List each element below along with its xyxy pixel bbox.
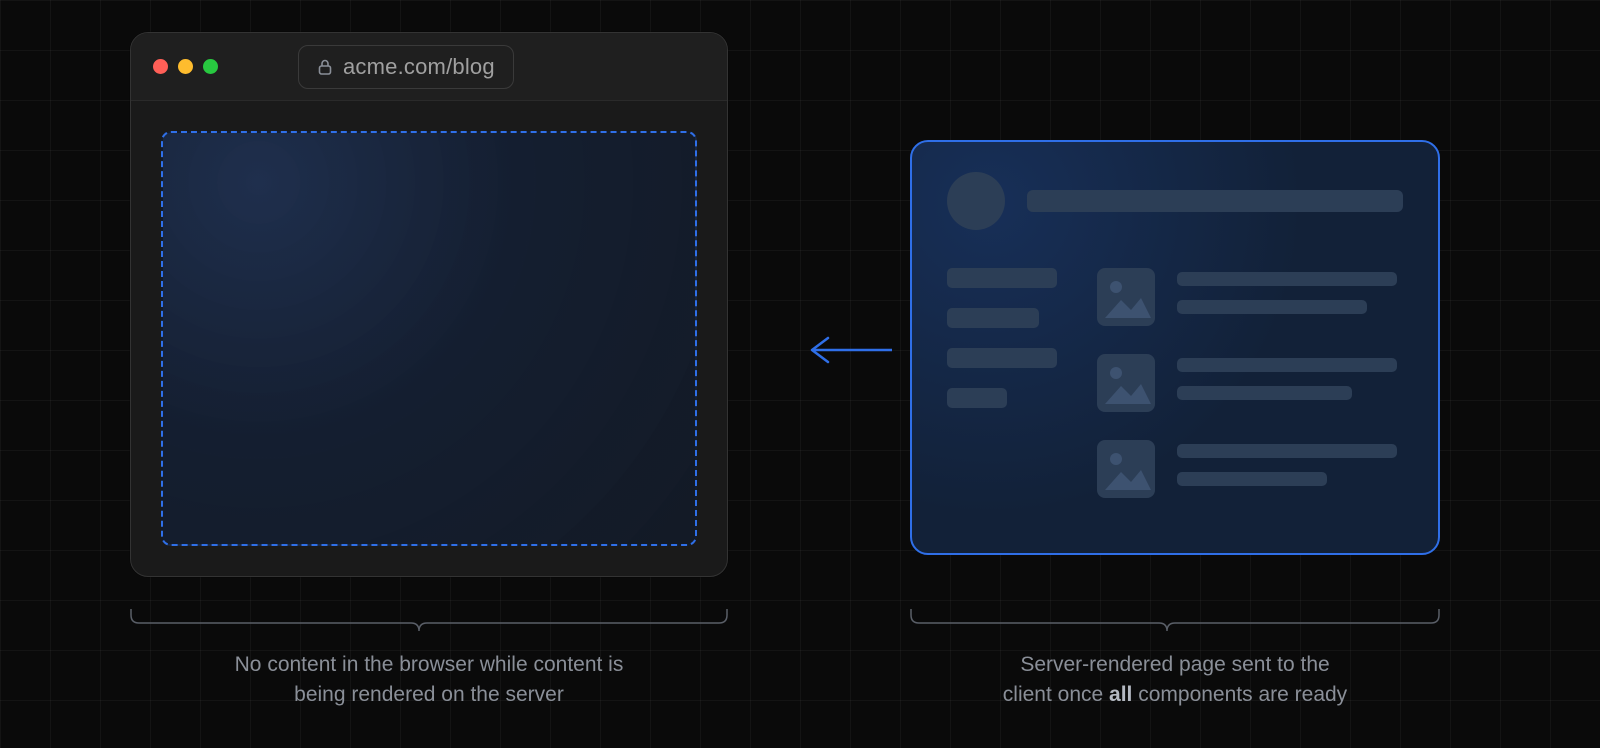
caption-left-line2: being rendered on the server <box>294 683 564 706</box>
text-lines-placeholder <box>1177 268 1403 314</box>
sidebar-item-placeholder <box>947 348 1057 368</box>
caption-right-bold: all <box>1109 683 1132 706</box>
traffic-light-minimize-icon <box>178 59 193 74</box>
text-line-placeholder <box>1177 358 1397 372</box>
address-bar: acme.com/blog <box>298 45 514 89</box>
text-lines-placeholder <box>1177 440 1403 486</box>
post-placeholder <box>1097 440 1403 498</box>
caption-left-line1: No content in the browser while content … <box>235 653 624 676</box>
text-line-placeholder <box>1177 386 1352 400</box>
image-placeholder-icon <box>1097 268 1155 326</box>
lock-icon <box>317 58 333 76</box>
sidebar-item-placeholder <box>947 268 1057 288</box>
text-lines-placeholder <box>1177 354 1403 400</box>
card-header <box>947 172 1403 230</box>
sidebar-placeholder <box>947 268 1057 498</box>
image-placeholder-icon <box>1097 440 1155 498</box>
bracket-right <box>910 608 1440 636</box>
traffic-light-zoom-icon <box>203 59 218 74</box>
address-url: acme.com/blog <box>343 54 495 80</box>
post-placeholder <box>1097 268 1403 326</box>
bracket-left <box>130 608 728 636</box>
sidebar-item-placeholder <box>947 388 1007 408</box>
caption-left: No content in the browser while content … <box>130 650 728 711</box>
caption-right-line1: Server-rendered page sent to the <box>1020 653 1329 676</box>
empty-viewport-placeholder <box>161 131 697 546</box>
traffic-lights <box>153 59 218 74</box>
browser-titlebar: acme.com/blog <box>131 33 727 101</box>
caption-right-line2-before: client once <box>1003 683 1109 706</box>
text-line-placeholder <box>1177 300 1367 314</box>
server-rendered-card <box>910 140 1440 555</box>
title-placeholder <box>1027 190 1403 212</box>
sidebar-item-placeholder <box>947 308 1039 328</box>
text-line-placeholder <box>1177 472 1327 486</box>
traffic-light-close-icon <box>153 59 168 74</box>
arrow-left-icon <box>800 330 900 370</box>
text-line-placeholder <box>1177 272 1397 286</box>
caption-right: Server-rendered page sent to the client … <box>880 650 1470 711</box>
avatar-placeholder-icon <box>947 172 1005 230</box>
post-placeholder <box>1097 354 1403 412</box>
posts-placeholder <box>1097 268 1403 498</box>
text-line-placeholder <box>1177 444 1397 458</box>
browser-window: acme.com/blog <box>130 32 728 577</box>
diagram-canvas: acme.com/blog No content in the browser … <box>0 0 1600 748</box>
image-placeholder-icon <box>1097 354 1155 412</box>
caption-right-line2-after: components are ready <box>1132 683 1347 706</box>
